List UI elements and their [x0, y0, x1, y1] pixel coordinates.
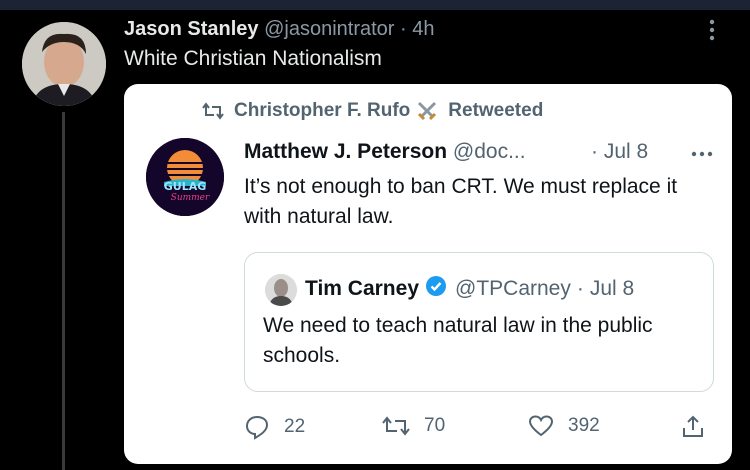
quoted-author-avatar[interactable]: [265, 274, 297, 306]
quoted-author-handle[interactable]: @TPCarney: [455, 277, 571, 301]
like-button[interactable]: 392: [528, 414, 600, 438]
reply-icon: [245, 415, 269, 440]
author-name[interactable]: Jason Stanley: [124, 18, 259, 40]
reply-button[interactable]: 22: [244, 414, 305, 440]
avatar-logo-text: GULAG: [164, 180, 207, 193]
author-photo: [22, 22, 106, 106]
avatar-logo-subtext: Summer: [171, 193, 210, 203]
verified-badge-icon: [425, 275, 447, 303]
more-options-icon[interactable]: [708, 18, 716, 42]
share-icon: [683, 415, 703, 437]
retweet-context: Christopher F. Rufo Retweeted: [202, 100, 543, 122]
embedded-header: Matthew J. Peterson @doc...: [244, 140, 526, 164]
author-handle[interactable]: @jasonintrator: [264, 18, 394, 40]
quoted-text: We need to teach natural law in the publ…: [263, 314, 653, 367]
like-count: 392: [568, 415, 600, 436]
quoted-author-name[interactable]: Tim Carney: [305, 277, 419, 301]
crossed-swords-icon: [418, 101, 437, 121]
tweet-header: Jason Stanley @jasonintrator · 4h: [124, 18, 435, 41]
quoted-header: Tim Carney @TPCarney · Jul 8: [305, 275, 634, 303]
peterson-avatar[interactable]: GULAG Summer: [146, 138, 224, 216]
embedded-time[interactable]: · Jul 8: [591, 140, 648, 164]
embedded-author-handle[interactable]: @doc...: [453, 140, 526, 163]
quoted-tweet[interactable]: Tim Carney @TPCarney · Jul 8 We need to …: [244, 252, 714, 392]
heart-icon: [528, 415, 554, 437]
more-options-horizontal-icon[interactable]: [690, 138, 714, 164]
retweet-action-icon: [382, 416, 410, 436]
embedded-author-name[interactable]: Matthew J. Peterson: [244, 140, 447, 163]
retweet-icon: [202, 102, 224, 120]
separator-dot: ·: [400, 18, 407, 40]
embedded-tweet-card[interactable]: Christopher F. Rufo Retweeted GULAG Summ…: [124, 84, 732, 464]
embedded-text: It’s not enough to ban CRT. We must repl…: [244, 175, 678, 228]
gulag-summer-logo: GULAG Summer: [146, 138, 224, 216]
retweeted-label: Retweeted: [448, 100, 544, 121]
action-bar: 22 70 392: [244, 414, 714, 444]
thread-line: [62, 112, 65, 470]
author-avatar[interactable]: [22, 22, 106, 106]
reply-count: 22: [284, 416, 306, 437]
tweet-time[interactable]: 4h: [412, 18, 434, 40]
retweeter-name[interactable]: Christopher F. Rufo: [234, 100, 410, 122]
quoted-time[interactable]: Jul 8: [590, 277, 634, 301]
top-bar: [0, 0, 750, 10]
retweet-button[interactable]: 70: [382, 414, 445, 438]
share-button[interactable]: [680, 414, 706, 440]
retweet-count: 70: [424, 415, 446, 436]
quoted-author-photo: [265, 274, 297, 306]
tweet-text: White Christian Nationalism: [124, 47, 382, 70]
quoted-separator: ·: [576, 277, 584, 300]
